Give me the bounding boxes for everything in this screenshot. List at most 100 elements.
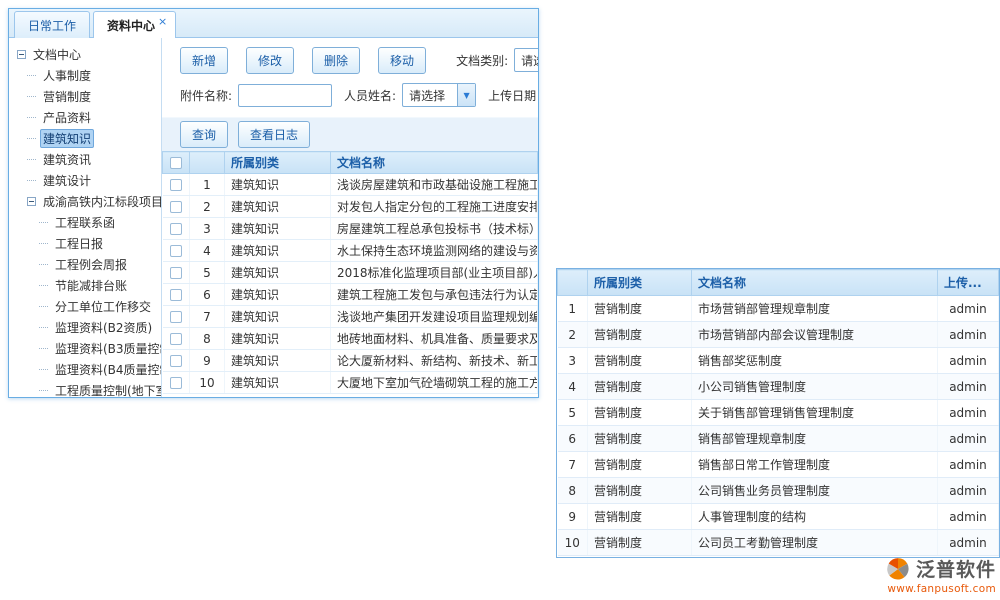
tree-item-1[interactable]: 人事制度 bbox=[15, 65, 161, 86]
tree-item-9[interactable]: 工程日报 bbox=[15, 233, 161, 254]
row-doc-name[interactable]: 销售部管理规章制度 bbox=[692, 426, 938, 452]
row-checkbox[interactable] bbox=[170, 201, 182, 213]
table-row[interactable]: 2营销制度市场营销部内部会议管理制度admin bbox=[558, 322, 999, 348]
tree-connector bbox=[39, 369, 48, 370]
new-button[interactable]: 新增 bbox=[180, 47, 228, 74]
row-doc-name[interactable]: 销售部日常工作管理制度 bbox=[692, 452, 938, 478]
table-row[interactable]: 6建筑知识建筑工程施工发包与承包违法行为认定... bbox=[163, 284, 538, 306]
row-doc-name[interactable]: 公司销售业务员管理制度 bbox=[692, 478, 938, 504]
row-checkbox[interactable] bbox=[170, 179, 182, 191]
tree-item-14[interactable]: 监理资料(B3质量控制) bbox=[15, 338, 161, 359]
row-checkbox[interactable] bbox=[170, 377, 182, 389]
row-doc-name[interactable]: 水土保持生态环境监测网络的建设与资... bbox=[331, 240, 538, 262]
tree-item-15[interactable]: 监理资料(B4质量控制) bbox=[15, 359, 161, 380]
row-doc-name[interactable]: 建筑工程施工发包与承包违法行为认定... bbox=[331, 284, 538, 306]
row-doc-name[interactable]: 论大厦新材料、新结构、新技术、新工... bbox=[331, 350, 538, 372]
tree-item-11[interactable]: 节能减排台账 bbox=[15, 275, 161, 296]
row-checkbox[interactable] bbox=[170, 333, 182, 345]
table-row[interactable]: 9建筑知识论大厦新材料、新结构、新技术、新工... bbox=[163, 350, 538, 372]
tab-daily-work[interactable]: 日常工作 bbox=[14, 11, 90, 38]
collapse-icon[interactable] bbox=[27, 197, 36, 206]
row-number: 4 bbox=[558, 374, 588, 400]
tree-item-4[interactable]: 建筑知识 bbox=[15, 128, 161, 149]
table-row[interactable]: 6营销制度销售部管理规章制度admin bbox=[558, 426, 999, 452]
row-checkbox[interactable] bbox=[170, 355, 182, 367]
table-row[interactable]: 5营销制度关于销售部管理销售管理制度admin bbox=[558, 400, 999, 426]
doc-category-select[interactable]: 请选择 ▼ bbox=[514, 48, 539, 72]
row-doc-name[interactable]: 人事管理制度的结构 bbox=[692, 504, 938, 530]
row-doc-name[interactable]: 房屋建筑工程总承包投标书（技术标）... bbox=[331, 218, 538, 240]
table-row[interactable]: 3营销制度销售部奖惩制度admin bbox=[558, 348, 999, 374]
tree-item-10[interactable]: 工程例会周报 bbox=[15, 254, 161, 275]
row-checkbox[interactable] bbox=[170, 245, 182, 257]
table-row[interactable]: 1营销制度市场营销部管理规章制度admin bbox=[558, 296, 999, 322]
row-number: 8 bbox=[190, 328, 225, 350]
row-checkbox[interactable] bbox=[170, 311, 182, 323]
tree-item-label: 产品资料 bbox=[40, 108, 94, 127]
row-select-cell bbox=[163, 174, 190, 196]
row-category: 营销制度 bbox=[588, 478, 692, 504]
close-icon[interactable]: × bbox=[158, 15, 167, 28]
tree-item-13[interactable]: 监理资料(B2资质) bbox=[15, 317, 161, 338]
tree-item-7[interactable]: 成渝高铁内江标段项目 bbox=[15, 191, 161, 212]
row-category: 营销制度 bbox=[588, 504, 692, 530]
row-doc-name[interactable]: 大厦地下室加气砼墙砌筑工程的施工方... bbox=[331, 372, 538, 394]
modify-button[interactable]: 修改 bbox=[246, 47, 294, 74]
tree-item-6[interactable]: 建筑设计 bbox=[15, 170, 161, 191]
row-checkbox[interactable] bbox=[170, 223, 182, 235]
row-doc-name[interactable]: 浅谈房屋建筑和市政基础设施工程施工... bbox=[331, 174, 538, 196]
tree-item-16[interactable]: 工程质量控制(地下室) bbox=[15, 380, 161, 397]
doc-category-label: 文档类别: bbox=[456, 52, 508, 69]
row-uploader: admin bbox=[938, 530, 999, 556]
query-button[interactable]: 查询 bbox=[180, 121, 228, 148]
table-row[interactable]: 9营销制度人事管理制度的结构admin bbox=[558, 504, 999, 530]
row-category: 营销制度 bbox=[588, 296, 692, 322]
table-row[interactable]: 8建筑知识地砖地面材料、机具准备、质量要求及... bbox=[163, 328, 538, 350]
tree-item-0[interactable]: 文档中心 bbox=[15, 44, 161, 65]
tree-item-5[interactable]: 建筑资讯 bbox=[15, 149, 161, 170]
tree-item-label: 人事制度 bbox=[40, 66, 94, 85]
view-log-button[interactable]: 查看日志 bbox=[238, 121, 310, 148]
table-row[interactable]: 3建筑知识房屋建筑工程总承包投标书（技术标）... bbox=[163, 218, 538, 240]
row-doc-name[interactable]: 公司员工考勤管理制度 bbox=[692, 530, 938, 556]
tree-item-2[interactable]: 营销制度 bbox=[15, 86, 161, 107]
row-doc-name[interactable]: 销售部奖惩制度 bbox=[692, 348, 938, 374]
tree-item-label: 分工单位工作移交 bbox=[52, 297, 154, 316]
table-row[interactable]: 7营销制度销售部日常工作管理制度admin bbox=[558, 452, 999, 478]
row-doc-name[interactable]: 2018标准化监理项目部(业主项目部)人员... bbox=[331, 262, 538, 284]
table-row[interactable]: 4营销制度小公司销售管理制度admin bbox=[558, 374, 999, 400]
row-doc-name[interactable]: 小公司销售管理制度 bbox=[692, 374, 938, 400]
table-row[interactable]: 8营销制度公司销售业务员管理制度admin bbox=[558, 478, 999, 504]
tree-item-3[interactable]: 产品资料 bbox=[15, 107, 161, 128]
move-button[interactable]: 移动 bbox=[378, 47, 426, 74]
row-doc-name[interactable]: 对发包人指定分包的工程施工进度安排... bbox=[331, 196, 538, 218]
table-row[interactable]: 10建筑知识大厦地下室加气砼墙砌筑工程的施工方... bbox=[163, 372, 538, 394]
attachment-name-input[interactable] bbox=[238, 84, 332, 107]
table-row[interactable]: 1建筑知识浅谈房屋建筑和市政基础设施工程施工... bbox=[163, 174, 538, 196]
documents-table-body: 1建筑知识浅谈房屋建筑和市政基础设施工程施工...2建筑知识对发包人指定分包的工… bbox=[163, 174, 538, 394]
tree-item-12[interactable]: 分工单位工作移交 bbox=[15, 296, 161, 317]
category-header: 所属别类 bbox=[588, 270, 692, 296]
tree-item-8[interactable]: 工程联系函 bbox=[15, 212, 161, 233]
row-checkbox[interactable] bbox=[170, 267, 182, 279]
delete-button[interactable]: 删除 bbox=[312, 47, 360, 74]
table-row[interactable]: 2建筑知识对发包人指定分包的工程施工进度安排... bbox=[163, 196, 538, 218]
person-name-select[interactable]: 请选择 ▼ bbox=[402, 83, 476, 107]
row-doc-name[interactable]: 市场营销部内部会议管理制度 bbox=[692, 322, 938, 348]
row-select-cell bbox=[163, 328, 190, 350]
row-doc-name[interactable]: 市场营销部管理规章制度 bbox=[692, 296, 938, 322]
row-doc-name[interactable]: 浅谈地产集团开发建设项目监理规划编... bbox=[331, 306, 538, 328]
collapse-icon[interactable] bbox=[17, 50, 26, 59]
row-number: 6 bbox=[558, 426, 588, 452]
table-row[interactable]: 4建筑知识水土保持生态环境监测网络的建设与资... bbox=[163, 240, 538, 262]
row-uploader: admin bbox=[938, 426, 999, 452]
row-number: 9 bbox=[190, 350, 225, 372]
select-all-checkbox[interactable] bbox=[170, 157, 182, 169]
table-row[interactable]: 5建筑知识2018标准化监理项目部(业主项目部)人员... bbox=[163, 262, 538, 284]
tab-data-center[interactable]: 资料中心× bbox=[93, 11, 176, 38]
row-doc-name[interactable]: 地砖地面材料、机具准备、质量要求及... bbox=[331, 328, 538, 350]
table-row[interactable]: 10营销制度公司员工考勤管理制度admin bbox=[558, 530, 999, 556]
row-checkbox[interactable] bbox=[170, 289, 182, 301]
row-doc-name[interactable]: 关于销售部管理销售管理制度 bbox=[692, 400, 938, 426]
table-row[interactable]: 7建筑知识浅谈地产集团开发建设项目监理规划编... bbox=[163, 306, 538, 328]
